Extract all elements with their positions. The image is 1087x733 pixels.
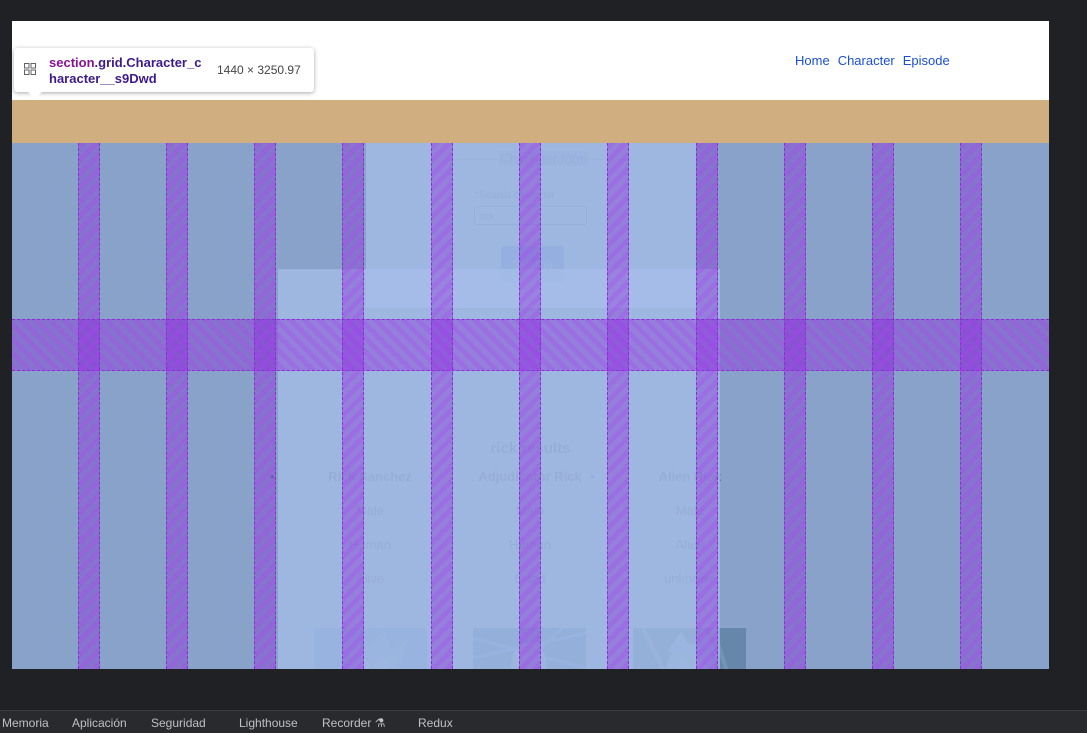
character-status: Alive bbox=[355, 571, 385, 586]
character-form: Character form *Search character Submit bbox=[457, 151, 630, 310]
character-image bbox=[473, 628, 586, 669]
element-selector: section.grid.Character_character__s9Dwd bbox=[49, 55, 209, 87]
character-status: Dead bbox=[514, 571, 546, 586]
character-image bbox=[633, 628, 746, 669]
form-legend-text: Character form bbox=[498, 151, 589, 166]
character-gender: Male bbox=[355, 503, 385, 518]
character-species: Human bbox=[509, 537, 551, 552]
nav-home-link[interactable]: Home bbox=[795, 53, 830, 68]
character-species: Alien bbox=[675, 537, 705, 552]
devtools-tab-redux[interactable]: Redux bbox=[418, 716, 453, 730]
element-tag: section bbox=[49, 55, 95, 70]
character-name: Rick Sanchez bbox=[270, 469, 440, 484]
element-inspector-tooltip: section.grid.Character_character__s9Dwd … bbox=[14, 48, 314, 99]
character-card[interactable]: Rick Sanchez Male Human Alive bbox=[270, 469, 440, 586]
devtools-tab-lighthouse[interactable]: Lighthouse bbox=[239, 716, 298, 730]
devtools-tab-seguridad[interactable]: Seguridad bbox=[151, 716, 206, 730]
character-gender: Male bbox=[515, 503, 545, 518]
devtools-tab-aplicacion[interactable]: Aplicación bbox=[72, 716, 127, 730]
character-status: unknown bbox=[663, 571, 717, 586]
flask-icon: ⚗ bbox=[374, 716, 386, 730]
search-input[interactable] bbox=[474, 206, 587, 225]
element-size: 1440 × 3250.97 bbox=[217, 63, 301, 77]
character-card[interactable]: Alien Rick Male Alien unknown bbox=[590, 469, 760, 586]
devtools-tab-bar: Memoria Aplicación Seguridad Lighthouse … bbox=[0, 710, 1087, 733]
submit-button[interactable]: Submit bbox=[501, 246, 564, 283]
devtools-tab-memoria[interactable]: Memoria bbox=[2, 716, 49, 730]
browser-viewport: Home Character Episode Character form *S… bbox=[12, 21, 1049, 669]
nav-character-link[interactable]: Character bbox=[838, 53, 895, 68]
character-section: Character form *Search character Submit … bbox=[12, 143, 1049, 669]
results-title: rick results bbox=[490, 440, 571, 457]
main-nav: Home Character Episode bbox=[795, 53, 950, 68]
character-species: Human bbox=[349, 537, 391, 552]
devtools-tab-recorder[interactable]: Recorder ⚗ bbox=[322, 716, 385, 730]
devtools-tab-recorder-label: Recorder bbox=[322, 716, 372, 730]
character-name: Adjudicator Rick bbox=[430, 469, 600, 484]
margin-highlight bbox=[12, 100, 1049, 143]
character-image bbox=[314, 628, 427, 669]
character-card[interactable]: Adjudicator Rick Male Human Dead bbox=[430, 469, 600, 586]
character-gender: Male bbox=[675, 503, 705, 518]
grid-layout-icon bbox=[24, 63, 36, 75]
form-legend: Character form bbox=[457, 151, 630, 166]
nav-episode-link[interactable]: Episode bbox=[903, 53, 950, 68]
search-label: *Search character bbox=[475, 190, 556, 201]
character-name: Alien Rick bbox=[590, 469, 760, 484]
